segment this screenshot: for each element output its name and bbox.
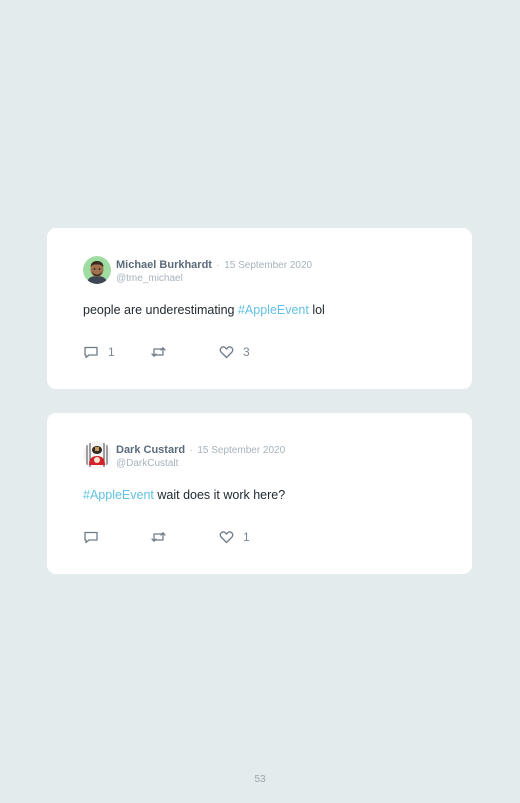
retweet-button[interactable] (150, 344, 176, 360)
like-count: 3 (243, 345, 250, 359)
author-name[interactable]: Michael Burkhardt (116, 259, 212, 271)
page-number: 53 (254, 774, 266, 785)
retweet-button[interactable] (150, 529, 176, 545)
avatar[interactable] (83, 441, 111, 469)
like-button[interactable]: 1 (219, 529, 250, 545)
retweet-icon (151, 347, 166, 357)
tweet-header: Michael Burkhardt · 15 September 2020 @t… (116, 257, 312, 285)
tweet-text-after: lol (308, 303, 325, 317)
retweet-icon (151, 532, 166, 542)
tweet-date[interactable]: 15 September 2020 (197, 445, 285, 456)
tweet-header: Dark Custard · 15 September 2020 @DarkCu… (116, 442, 285, 470)
avatar[interactable] (83, 256, 111, 284)
tweet-text: #AppleEvent wait does it work here? (83, 488, 285, 502)
author-handle[interactable]: @DarkCustalt (116, 458, 285, 470)
tweet-card[interactable]: Dark Custard · 15 September 2020 @DarkCu… (47, 413, 472, 574)
reply-button[interactable]: 1 (83, 344, 115, 360)
like-icon (219, 346, 234, 359)
reply-icon (84, 531, 98, 544)
reply-count: 1 (108, 345, 115, 359)
separator: · (189, 445, 193, 456)
separator: · (216, 260, 220, 271)
tweet-text: people are underestimating #AppleEvent l… (83, 303, 325, 317)
tweet-text-after: wait does it work here? (153, 488, 286, 502)
tweet-card[interactable]: Michael Burkhardt · 15 September 2020 @t… (47, 228, 472, 389)
like-icon (219, 531, 234, 544)
author-handle[interactable]: @tme_michael (116, 273, 312, 285)
reply-button[interactable] (83, 529, 108, 545)
tweet-text-before: people are underestimating (83, 303, 238, 317)
hashtag-link[interactable]: #AppleEvent (83, 488, 154, 502)
like-count: 1 (243, 530, 250, 544)
hashtag-link[interactable]: #AppleEvent (238, 303, 309, 317)
like-button[interactable]: 3 (219, 344, 250, 360)
reply-icon (84, 346, 98, 359)
tweet-date[interactable]: 15 September 2020 (224, 260, 312, 271)
author-name[interactable]: Dark Custard (116, 444, 185, 456)
